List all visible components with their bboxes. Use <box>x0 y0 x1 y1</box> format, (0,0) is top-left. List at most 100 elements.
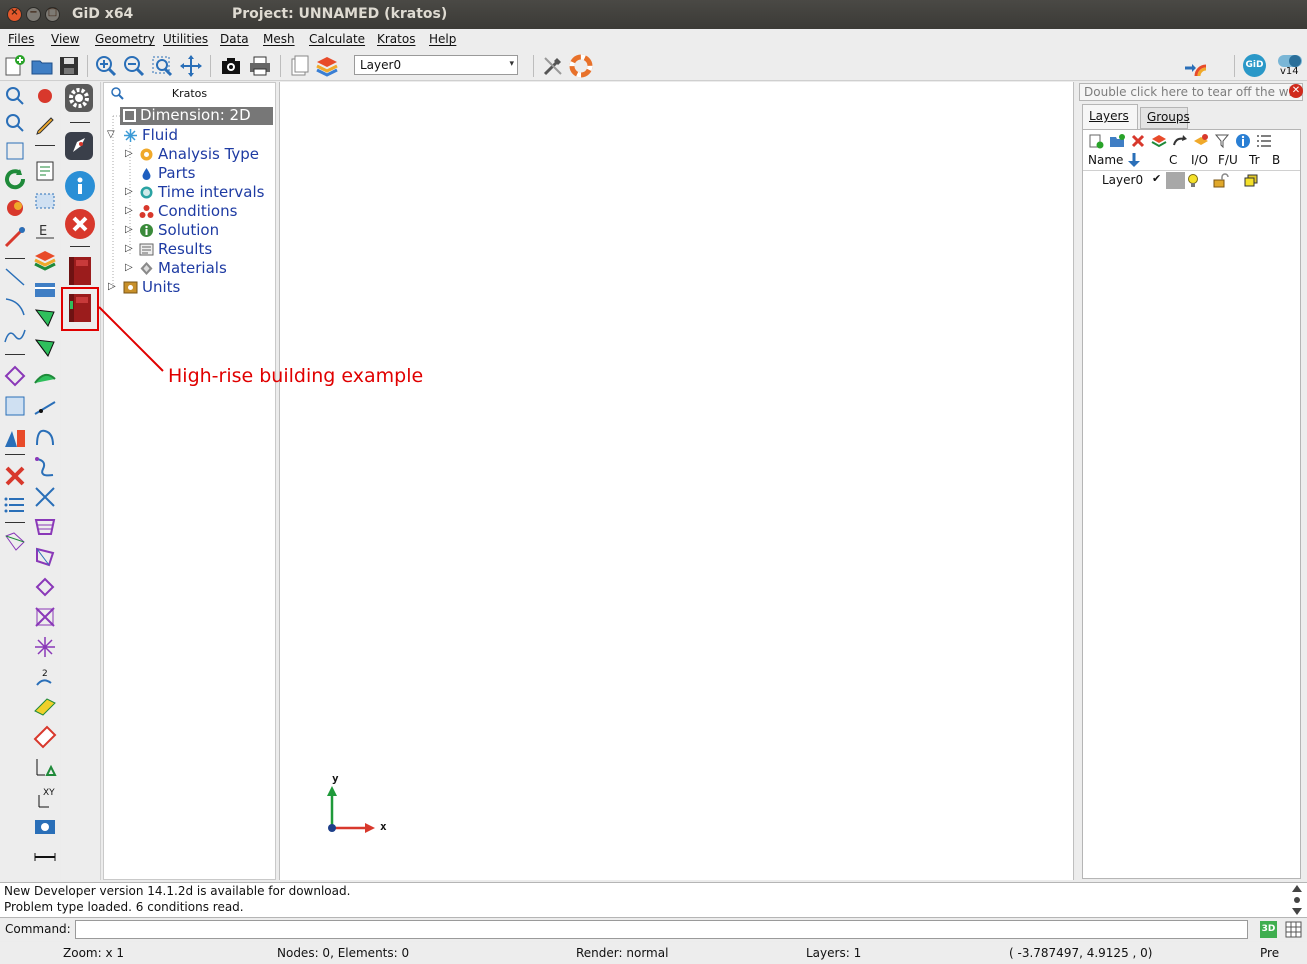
trim-surface-icon[interactable] <box>33 545 57 569</box>
selection-window-icon[interactable] <box>33 189 57 213</box>
zoom-in-icon[interactable] <box>3 84 27 108</box>
intersect-icon[interactable] <box>33 485 57 509</box>
menu-calculate[interactable]: Calculate <box>309 32 365 46</box>
pan-icon[interactable] <box>179 54 203 78</box>
pencil-icon[interactable] <box>33 114 57 138</box>
close-panel-button[interactable]: ✕ <box>1289 84 1303 98</box>
menu-utilities[interactable]: Utilities <box>163 32 208 46</box>
render-icon[interactable] <box>3 196 27 220</box>
send-to-icon[interactable] <box>1172 133 1188 149</box>
distance-icon[interactable] <box>33 845 57 869</box>
sweep-icon[interactable] <box>33 367 57 391</box>
info-icon[interactable] <box>1235 133 1251 149</box>
settings-button[interactable] <box>65 84 93 112</box>
column-color[interactable]: C <box>1169 153 1177 167</box>
layer-select[interactable]: Layer0 ▾ <box>354 55 518 75</box>
column-transparency[interactable]: Tr <box>1249 153 1260 167</box>
tree-expander-solution[interactable]: ▷ <box>125 224 133 235</box>
tree-expander-conditions[interactable]: ▷ <box>125 205 133 216</box>
delete-icon[interactable] <box>3 464 27 488</box>
sort-down-icon[interactable] <box>1127 152 1141 168</box>
text-entity-icon[interactable]: E <box>33 218 57 242</box>
surface-mesh-green-2-icon[interactable] <box>33 335 57 359</box>
toggle-3d-button[interactable]: 3D <box>1260 921 1277 938</box>
cancel-run-button[interactable] <box>65 209 95 239</box>
tools-icon[interactable] <box>541 54 565 78</box>
arc-icon[interactable] <box>3 294 27 318</box>
gid-logo[interactable]: GiD <box>1243 54 1266 77</box>
redraw-icon[interactable] <box>3 167 27 191</box>
menu-files[interactable]: Files <box>8 32 34 46</box>
window-maximize-button[interactable]: □ <box>45 7 60 22</box>
list-options-icon[interactable] <box>1256 133 1272 149</box>
tree-expander-materials[interactable]: ▷ <box>125 262 133 273</box>
new-layer-icon[interactable] <box>1088 133 1104 149</box>
surface-icon[interactable] <box>3 364 27 388</box>
print-icon[interactable] <box>248 54 272 78</box>
info-button[interactable] <box>65 171 95 201</box>
notes-icon[interactable] <box>33 159 57 183</box>
message-scrollbar[interactable] <box>1290 884 1304 916</box>
dimension-icon[interactable] <box>33 755 57 779</box>
ruler-icon[interactable] <box>33 725 57 749</box>
unlock-icon[interactable] <box>1213 173 1229 188</box>
tree-expander-analysis-type[interactable]: ▷ <box>125 148 133 159</box>
menu-data[interactable]: Data <box>220 32 249 46</box>
window-close-button[interactable]: × <box>7 7 22 22</box>
tab-layers[interactable]: Layers <box>1082 104 1138 130</box>
example-book-button[interactable] <box>67 256 93 286</box>
filter-icon[interactable] <box>1214 133 1230 149</box>
boolean-icon[interactable] <box>33 575 57 599</box>
mesh-icon[interactable] <box>3 530 27 554</box>
camera-icon[interactable] <box>219 54 243 78</box>
record-icon[interactable] <box>33 84 57 108</box>
layers-icon[interactable] <box>315 54 339 78</box>
delete-layer-icon[interactable] <box>1130 133 1146 149</box>
edit-points-icon[interactable] <box>33 455 57 479</box>
tree-expander-units[interactable]: ▷ <box>108 281 116 292</box>
layer-question-icon[interactable] <box>1193 133 1209 149</box>
edit-curve-icon[interactable] <box>33 425 57 449</box>
help-lifebuoy-icon[interactable] <box>569 54 593 78</box>
surface-mesh-green-icon[interactable] <box>33 305 57 329</box>
copy-icon[interactable] <box>287 54 311 78</box>
layer-color-swatch[interactable] <box>1166 172 1185 189</box>
folder-layer-icon[interactable] <box>33 277 57 301</box>
layer-row[interactable]: Layer0 ✔ <box>1083 172 1300 190</box>
line-icon[interactable] <box>3 265 27 289</box>
tab-groups[interactable]: Groups <box>1140 107 1190 129</box>
column-on-off[interactable]: I/O <box>1191 153 1208 167</box>
copy-entities-icon[interactable]: 2 <box>33 665 57 689</box>
graphics-canvas[interactable]: y x <box>279 82 1074 880</box>
window-minimize-button[interactable]: − <box>26 7 41 22</box>
list-icon[interactable] <box>3 493 27 517</box>
nurbs-icon[interactable] <box>3 324 27 348</box>
new-folder-icon[interactable] <box>1109 133 1125 149</box>
new-file-icon[interactable] <box>3 54 27 78</box>
menu-help[interactable]: Help <box>429 32 456 46</box>
grid-icon[interactable] <box>1285 921 1302 938</box>
version-badge[interactable]: v14 <box>1277 53 1303 79</box>
tree-expander-time-intervals[interactable]: ▷ <box>125 186 133 197</box>
transparency-icon[interactable] <box>1244 174 1258 187</box>
tearoff-bar[interactable]: Double click here to tear off the window <box>1079 83 1303 101</box>
edit-line-icon[interactable] <box>33 396 57 420</box>
coordinates-icon[interactable]: XY <box>33 785 57 809</box>
menu-geometry[interactable]: Geometry <box>95 32 155 46</box>
run-button[interactable] <box>65 132 93 160</box>
measure-icon[interactable] <box>3 225 27 249</box>
column-back[interactable]: B <box>1272 153 1280 167</box>
open-folder-icon[interactable] <box>30 54 54 78</box>
rss-arrow-icon[interactable] <box>1184 54 1208 78</box>
command-input[interactable] <box>75 920 1248 939</box>
contour-icon[interactable] <box>3 426 27 450</box>
column-name[interactable]: Name <box>1088 153 1123 167</box>
lightbulb-icon[interactable] <box>1187 173 1199 188</box>
divide-surface-icon[interactable] <box>33 515 57 539</box>
zoom-in-icon[interactable] <box>94 54 118 78</box>
explode-icon[interactable] <box>33 635 57 659</box>
column-freeze[interactable]: F/U <box>1218 153 1238 167</box>
zoom-frame-icon[interactable] <box>150 54 174 78</box>
info-panel-icon[interactable] <box>33 815 57 839</box>
save-icon[interactable] <box>57 54 81 78</box>
